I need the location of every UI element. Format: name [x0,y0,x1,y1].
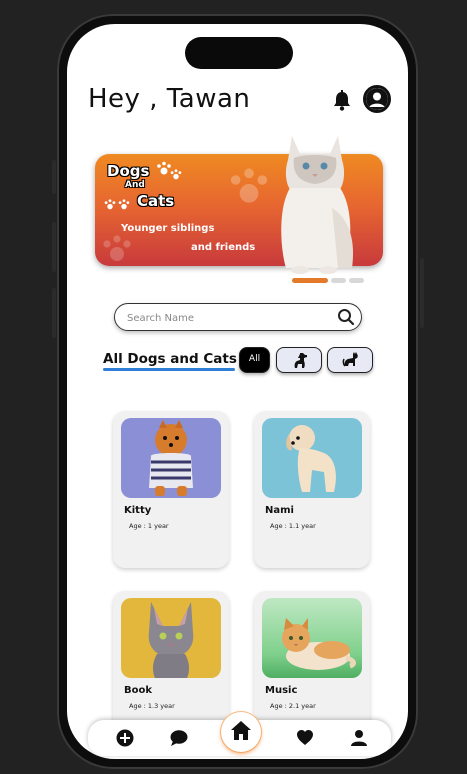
home-icon [231,721,251,740]
side-button [52,288,56,338]
side-button [52,160,56,194]
carousel-dot-active[interactable] [292,278,328,283]
pet-card[interactable]: Nami Age : 1.1 year [254,411,370,568]
filter-chip-cat[interactable] [327,347,373,373]
search-bar [114,303,362,331]
pet-age: Age : 1 year [129,522,169,530]
user-icon[interactable] [350,729,368,747]
paw-watermark-icon [103,235,131,261]
pet-age: Age : 2.1 year [270,702,316,710]
section-title: All Dogs and Cats [103,351,237,367]
sphynx-cat-image [148,602,194,678]
heart-icon[interactable] [296,729,314,747]
bell-icon[interactable] [332,90,352,112]
bottom-tab-bar [88,712,391,756]
carousel-indicator [292,278,364,283]
banner-title-dogs: Dogs [107,162,150,180]
pet-card[interactable]: Kitty Age : 1 year [113,411,229,568]
pet-name: Music [265,685,298,696]
pet-name: Nami [265,505,294,516]
dog-icon [294,353,307,368]
banner-subtitle-1: Younger siblings [121,223,215,234]
filter-chip-all[interactable]: All [239,347,270,373]
side-button [420,258,424,328]
pet-age: Age : 1.3 year [129,702,175,710]
paw-watermark-icon [230,168,268,203]
banner-subtitle-2: and friends [191,242,256,253]
pet-photo [121,598,221,678]
plus-circle-icon[interactable] [116,729,134,747]
pet-photo [262,418,362,498]
chat-icon[interactable] [170,729,188,747]
profile-avatar[interactable] [363,85,391,113]
search-icon[interactable] [337,308,355,326]
search-input[interactable] [125,308,329,328]
pet-photo [121,418,221,498]
greeting-title: Hey , Tawan [88,84,251,114]
pet-age: Age : 1.1 year [270,522,316,530]
carousel-dot[interactable] [349,278,364,283]
filter-chip-dog[interactable] [276,347,322,373]
section-title-underline [103,368,235,371]
banner-cat-image [281,136,354,274]
pomeranian-dog-image [149,420,193,496]
home-tab[interactable] [221,712,261,752]
dynamic-island [185,37,293,69]
banner-title-cats: Cats [137,192,175,210]
cat-icon [342,352,358,367]
carousel-dot[interactable] [331,278,346,283]
side-button [52,222,56,272]
paw-decoration-icon [104,199,116,210]
pet-name: Kitty [124,505,152,516]
app-screen: Hey , Tawan Dogs And Cats Younger siblin… [67,24,408,759]
orange-cat-image [282,618,356,670]
banner-title-and: And [125,180,145,190]
pet-photo [262,598,362,678]
paw-decoration-icon [170,169,182,180]
puppy-image [286,425,336,492]
paw-decoration-icon [118,199,130,210]
pet-name: Book [124,685,153,696]
user-circle-icon [366,88,388,110]
